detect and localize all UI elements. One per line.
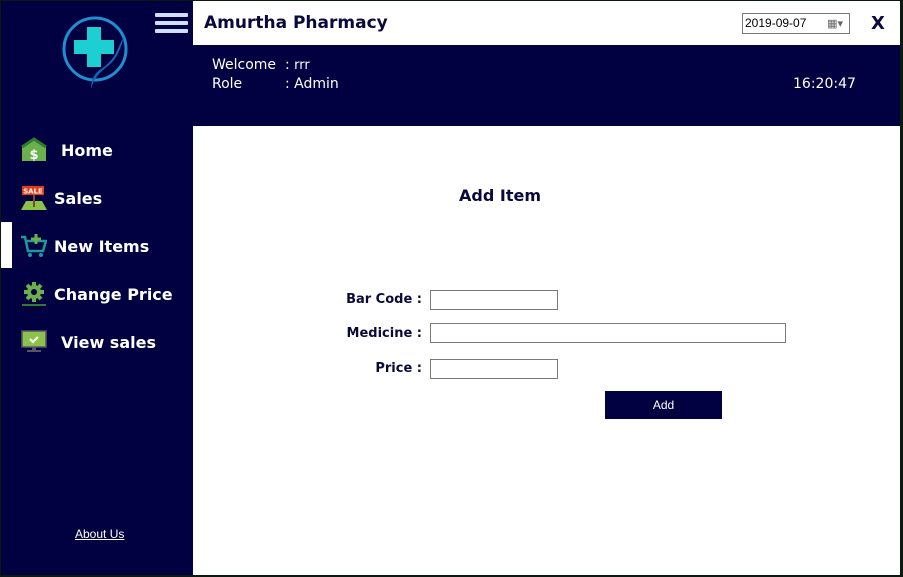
sidebar-item-change-price[interactable]: Change Price	[1, 280, 193, 308]
about-us-link[interactable]: About Us	[75, 527, 124, 541]
gear-icon	[22, 282, 46, 306]
medicine-input[interactable]	[430, 323, 786, 343]
sidebar-item-label: Change Price	[54, 284, 173, 304]
add-item-panel: Add Item Bar Code : Medicine : Price : A…	[193, 126, 900, 575]
price-label: Price :	[375, 361, 422, 376]
barcode-input[interactable]	[430, 290, 558, 310]
hamburger-menu-button[interactable]	[155, 13, 188, 35]
svg-text:SALE: SALE	[23, 188, 43, 196]
role-row: Role: Admin	[212, 76, 339, 92]
separator: :	[285, 57, 290, 73]
app-title: Amurtha Pharmacy	[204, 13, 388, 33]
date-picker[interactable]: 2019-09-07 ▦▾	[742, 13, 850, 34]
sidebar-item-label: New Items	[54, 236, 150, 256]
price-input[interactable]	[430, 359, 558, 379]
cart-add-icon	[21, 234, 47, 257]
sidebar-item-label: View sales	[61, 332, 156, 352]
username-value: rrr	[294, 58, 310, 73]
role-value: Admin	[294, 76, 339, 92]
sidebar-item-new-items[interactable]: New Items	[1, 232, 193, 260]
sidebar-item-sales[interactable]: SALE Sales	[1, 184, 193, 212]
app-window: $ Home SALE Sales New Items Change Price…	[1, 1, 900, 575]
sidebar-item-label: Home	[61, 140, 113, 160]
medicine-label: Medicine :	[346, 326, 422, 341]
add-button[interactable]: Add	[605, 391, 722, 419]
monitor-check-icon	[21, 330, 47, 352]
user-info-header: Welcome: rrr Role: Admin 16:20:47	[193, 45, 900, 126]
home-dollar-icon: $	[21, 137, 47, 163]
pharmacy-logo-icon	[62, 16, 128, 89]
date-value: 2019-09-07	[745, 16, 807, 30]
role-label: Role	[212, 76, 243, 92]
close-button[interactable]: X	[871, 13, 885, 34]
welcome-row: Welcome: rrr	[212, 57, 310, 73]
sidebar-item-label: Sales	[54, 188, 103, 208]
sidebar: $ Home SALE Sales New Items Change Price…	[1, 1, 193, 575]
separator: :	[285, 76, 290, 92]
title-bar: Amurtha Pharmacy 2019-09-07 ▦▾ X	[193, 1, 900, 45]
clock: 16:20:47	[793, 76, 856, 92]
barcode-label: Bar Code :	[346, 292, 422, 307]
page-title: Add Item	[459, 186, 541, 205]
welcome-label: Welcome	[212, 57, 277, 73]
sidebar-item-home[interactable]: $ Home	[1, 136, 193, 164]
svg-text:$: $	[29, 148, 38, 163]
calendar-dropdown-icon[interactable]: ▦▾	[827, 17, 843, 30]
sale-sign-icon: SALE	[21, 186, 47, 210]
sidebar-item-view-sales[interactable]: View sales	[1, 328, 193, 356]
